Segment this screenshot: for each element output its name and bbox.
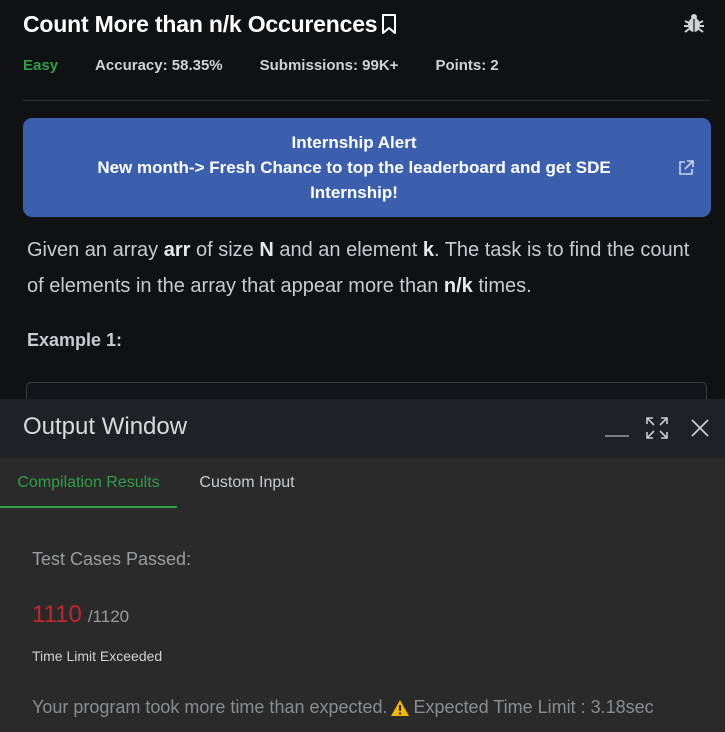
description-bold: N xyxy=(259,239,274,261)
problem-meta: Easy Accuracy: 58.35% Submissions: 99K+ … xyxy=(23,57,536,74)
output-window-title: Output Window xyxy=(23,413,188,440)
minimize-icon[interactable] xyxy=(604,424,630,438)
alert-message: New month-> Fresh Chance to top the lead… xyxy=(97,158,611,202)
test-cases-label: Test Cases Passed: xyxy=(32,549,192,569)
description-bold: arr xyxy=(163,239,191,261)
problem-description: Given an array arr of size N and an elem… xyxy=(27,232,697,304)
warning-icon xyxy=(390,699,409,716)
expected-time-limit: Expected Time Limit : 3.18sec xyxy=(413,697,654,717)
alert-heading: Internship Alert xyxy=(291,133,417,152)
problem-title: Count More than n/k Occurences xyxy=(23,10,378,37)
tab-custom-input[interactable]: Custom Input xyxy=(187,458,307,508)
test-cases-score: 1110 /1120 xyxy=(32,601,129,629)
result-message: Your program took more time than expecte… xyxy=(32,697,654,718)
difficulty-badge: Easy xyxy=(23,57,59,74)
title-row: Count More than n/k Occurences xyxy=(23,9,398,39)
submissions-stat: Submissions: 99K+ xyxy=(259,57,399,74)
description-bold: n/k xyxy=(443,275,473,297)
output-window-header: Output Window xyxy=(0,399,725,458)
output-tabs: Compilation Results Custom Input xyxy=(0,458,725,509)
internship-alert-banner[interactable]: Internship Alert New month-> Fresh Chanc… xyxy=(23,118,711,217)
example-heading: Example 1: xyxy=(27,330,123,350)
result-status: Time Limit Exceeded xyxy=(32,648,163,664)
page: Count More than n/k Occurences Easy Accu… xyxy=(0,0,725,732)
description-text: times. xyxy=(472,275,532,297)
problem-panel: Count More than n/k Occurences Easy Accu… xyxy=(0,0,725,412)
bug-icon[interactable] xyxy=(683,12,705,34)
test-cases-total: /1120 xyxy=(87,607,130,626)
close-icon[interactable] xyxy=(690,418,710,438)
alert-text: Internship Alert New month-> Fresh Chanc… xyxy=(23,130,685,205)
tab-compilation-results[interactable]: Compilation Results xyxy=(0,458,177,508)
divider xyxy=(23,100,711,101)
description-text: and an element xyxy=(273,239,423,261)
result-message-text: Your program took more time than expecte… xyxy=(32,697,388,717)
description-text: of size xyxy=(190,239,260,261)
bookmark-icon[interactable] xyxy=(380,13,398,35)
points-stat: Points: 2 xyxy=(435,57,499,74)
test-cases-passed: 1110 xyxy=(32,601,82,628)
description-bold: k xyxy=(422,239,434,261)
accuracy-stat: Accuracy: 58.35% xyxy=(95,57,223,74)
expand-icon[interactable] xyxy=(645,416,669,440)
external-link-icon[interactable] xyxy=(676,158,696,178)
output-window: Output Window Compilation Results Custom… xyxy=(0,399,725,732)
description-text: Given an array xyxy=(27,239,164,261)
